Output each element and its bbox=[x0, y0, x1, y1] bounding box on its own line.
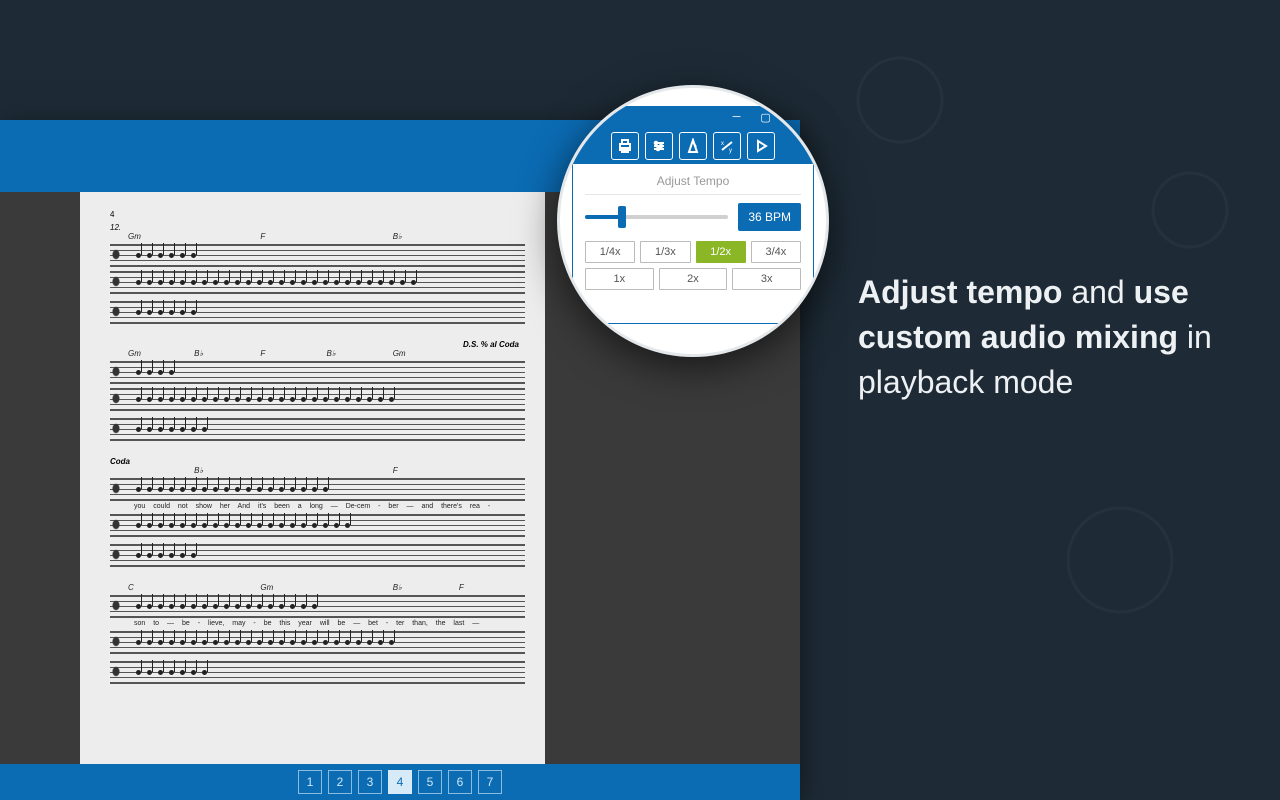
page-button-6[interactable]: 6 bbox=[448, 770, 472, 794]
metronome-button[interactable] bbox=[679, 132, 707, 160]
chord-symbol: B♭ bbox=[393, 583, 459, 592]
staff-system: D.S. % al Coda Gm B♭ F B♭ Gm bbox=[110, 340, 525, 441]
chord-symbol bbox=[459, 466, 525, 475]
piano-grand-staff bbox=[110, 270, 525, 324]
page-button-4[interactable]: 4 bbox=[388, 770, 412, 794]
zoom-toolbar: xy bbox=[572, 128, 814, 164]
tempo-multiplier-button[interactable]: 1/4x bbox=[585, 241, 635, 263]
sheet-music-page: 4 12. Gm F B♭ D.S. % al Coda Gm B♭ bbox=[80, 192, 545, 800]
page-button-1[interactable]: 1 bbox=[298, 770, 322, 794]
chord-row: C Gm B♭ F bbox=[110, 583, 525, 592]
tempo-multiplier-button[interactable]: 1/2x bbox=[696, 241, 746, 263]
minimize-icon[interactable]: ─ bbox=[733, 111, 741, 123]
zoom-callout: ─ ▢ ✕ xy Adjust Tempo 36 BPM 1/4x1/3x 1/2… bbox=[557, 85, 829, 357]
tempo-multiplier-button[interactable]: 1/3x bbox=[640, 241, 690, 263]
chord-symbol: B♭ bbox=[327, 349, 393, 358]
chord-symbol: F bbox=[393, 466, 459, 475]
rehearsal-mark: 12. bbox=[110, 223, 525, 232]
zoom-title-bar: ─ ▢ ✕ bbox=[572, 106, 814, 128]
tempo-slider[interactable] bbox=[585, 215, 728, 219]
chord-symbol bbox=[194, 583, 260, 592]
chord-symbol: Gm bbox=[128, 349, 194, 358]
vocal-staff bbox=[110, 594, 525, 618]
chord-symbol bbox=[327, 232, 393, 241]
tempo-fraction-button[interactable]: xy bbox=[713, 132, 741, 160]
page-button-3[interactable]: 3 bbox=[358, 770, 382, 794]
chord-symbol: F bbox=[260, 349, 326, 358]
tempo-multiplier-button[interactable]: 1x bbox=[585, 268, 654, 290]
chord-row: Gm F B♭ bbox=[110, 232, 525, 241]
rehearsal-mark: Coda bbox=[110, 457, 525, 466]
tempo-panel: Adjust Tempo 36 BPM 1/4x1/3x 1/2x3/4x 1x2… bbox=[572, 164, 814, 324]
promo-span: and bbox=[1062, 274, 1133, 310]
page-button-5[interactable]: 5 bbox=[418, 770, 442, 794]
chord-symbol: Gm bbox=[393, 349, 459, 358]
page-button-2[interactable]: 2 bbox=[328, 770, 352, 794]
chord-symbol: B♭ bbox=[194, 466, 260, 475]
chord-symbol: C bbox=[128, 583, 194, 592]
piano-grand-staff bbox=[110, 513, 525, 567]
chord-symbol: B♭ bbox=[393, 232, 459, 241]
chord-symbol: F bbox=[459, 583, 525, 592]
piano-grand-staff bbox=[110, 630, 525, 684]
tempo-multiplier-button[interactable]: 3x bbox=[732, 268, 801, 290]
page-navigation: 1234567 bbox=[0, 764, 800, 800]
lyrics-line: son to — be - lieve, may - be this year … bbox=[110, 620, 525, 627]
multiplier-row: 1x2x3x bbox=[585, 268, 801, 290]
chord-symbol bbox=[260, 466, 326, 475]
staff-system: C Gm B♭ F son to — be - lieve, may - be … bbox=[110, 583, 525, 684]
chord-symbol: F bbox=[260, 232, 326, 241]
staff-system: Coda B♭ F you could not show her And it'… bbox=[110, 457, 525, 567]
musical-direction: D.S. % al Coda bbox=[110, 340, 525, 349]
promo-bold: Adjust tempo bbox=[858, 274, 1062, 310]
lyrics-line: you could not show her And it's been a l… bbox=[110, 503, 525, 510]
page-button-7[interactable]: 7 bbox=[478, 770, 502, 794]
mixer-button[interactable] bbox=[645, 132, 673, 160]
chord-symbol bbox=[459, 349, 525, 358]
piano-grand-staff bbox=[110, 387, 525, 441]
maximize-icon[interactable]: ▢ bbox=[760, 111, 770, 124]
chord-symbol: B♭ bbox=[194, 349, 260, 358]
chord-row: Gm B♭ F B♭ Gm bbox=[110, 349, 525, 358]
vocal-staff bbox=[110, 477, 525, 501]
svg-text:y: y bbox=[729, 148, 732, 154]
chord-symbol bbox=[327, 583, 393, 592]
chord-row: B♭ F bbox=[110, 466, 525, 475]
play-button[interactable] bbox=[747, 132, 775, 160]
chord-symbol bbox=[459, 232, 525, 241]
close-icon[interactable]: ✕ bbox=[791, 111, 800, 124]
chord-symbol bbox=[327, 466, 393, 475]
bpm-display: 36 BPM bbox=[738, 203, 801, 231]
promo-text: Adjust tempo and use custom audio mixing… bbox=[858, 270, 1238, 404]
print-button[interactable] bbox=[611, 132, 639, 160]
multiplier-row: 1/4x1/3x 1/2x3/4x bbox=[585, 241, 801, 263]
svg-text:x: x bbox=[721, 141, 724, 147]
tempo-multiplier-button[interactable]: 3/4x bbox=[751, 241, 801, 263]
chord-symbol bbox=[194, 232, 260, 241]
tempo-panel-title: Adjust Tempo bbox=[585, 174, 801, 195]
vocal-staff bbox=[110, 243, 525, 267]
page-number: 4 bbox=[110, 210, 525, 219]
vocal-staff bbox=[110, 360, 525, 384]
chord-symbol: Gm bbox=[260, 583, 326, 592]
chord-symbol: Gm bbox=[128, 232, 194, 241]
slider-thumb-icon[interactable] bbox=[618, 206, 626, 228]
staff-system: 12. Gm F B♭ bbox=[110, 223, 525, 324]
tempo-multiplier-button[interactable]: 2x bbox=[659, 268, 728, 290]
chord-symbol bbox=[128, 466, 194, 475]
